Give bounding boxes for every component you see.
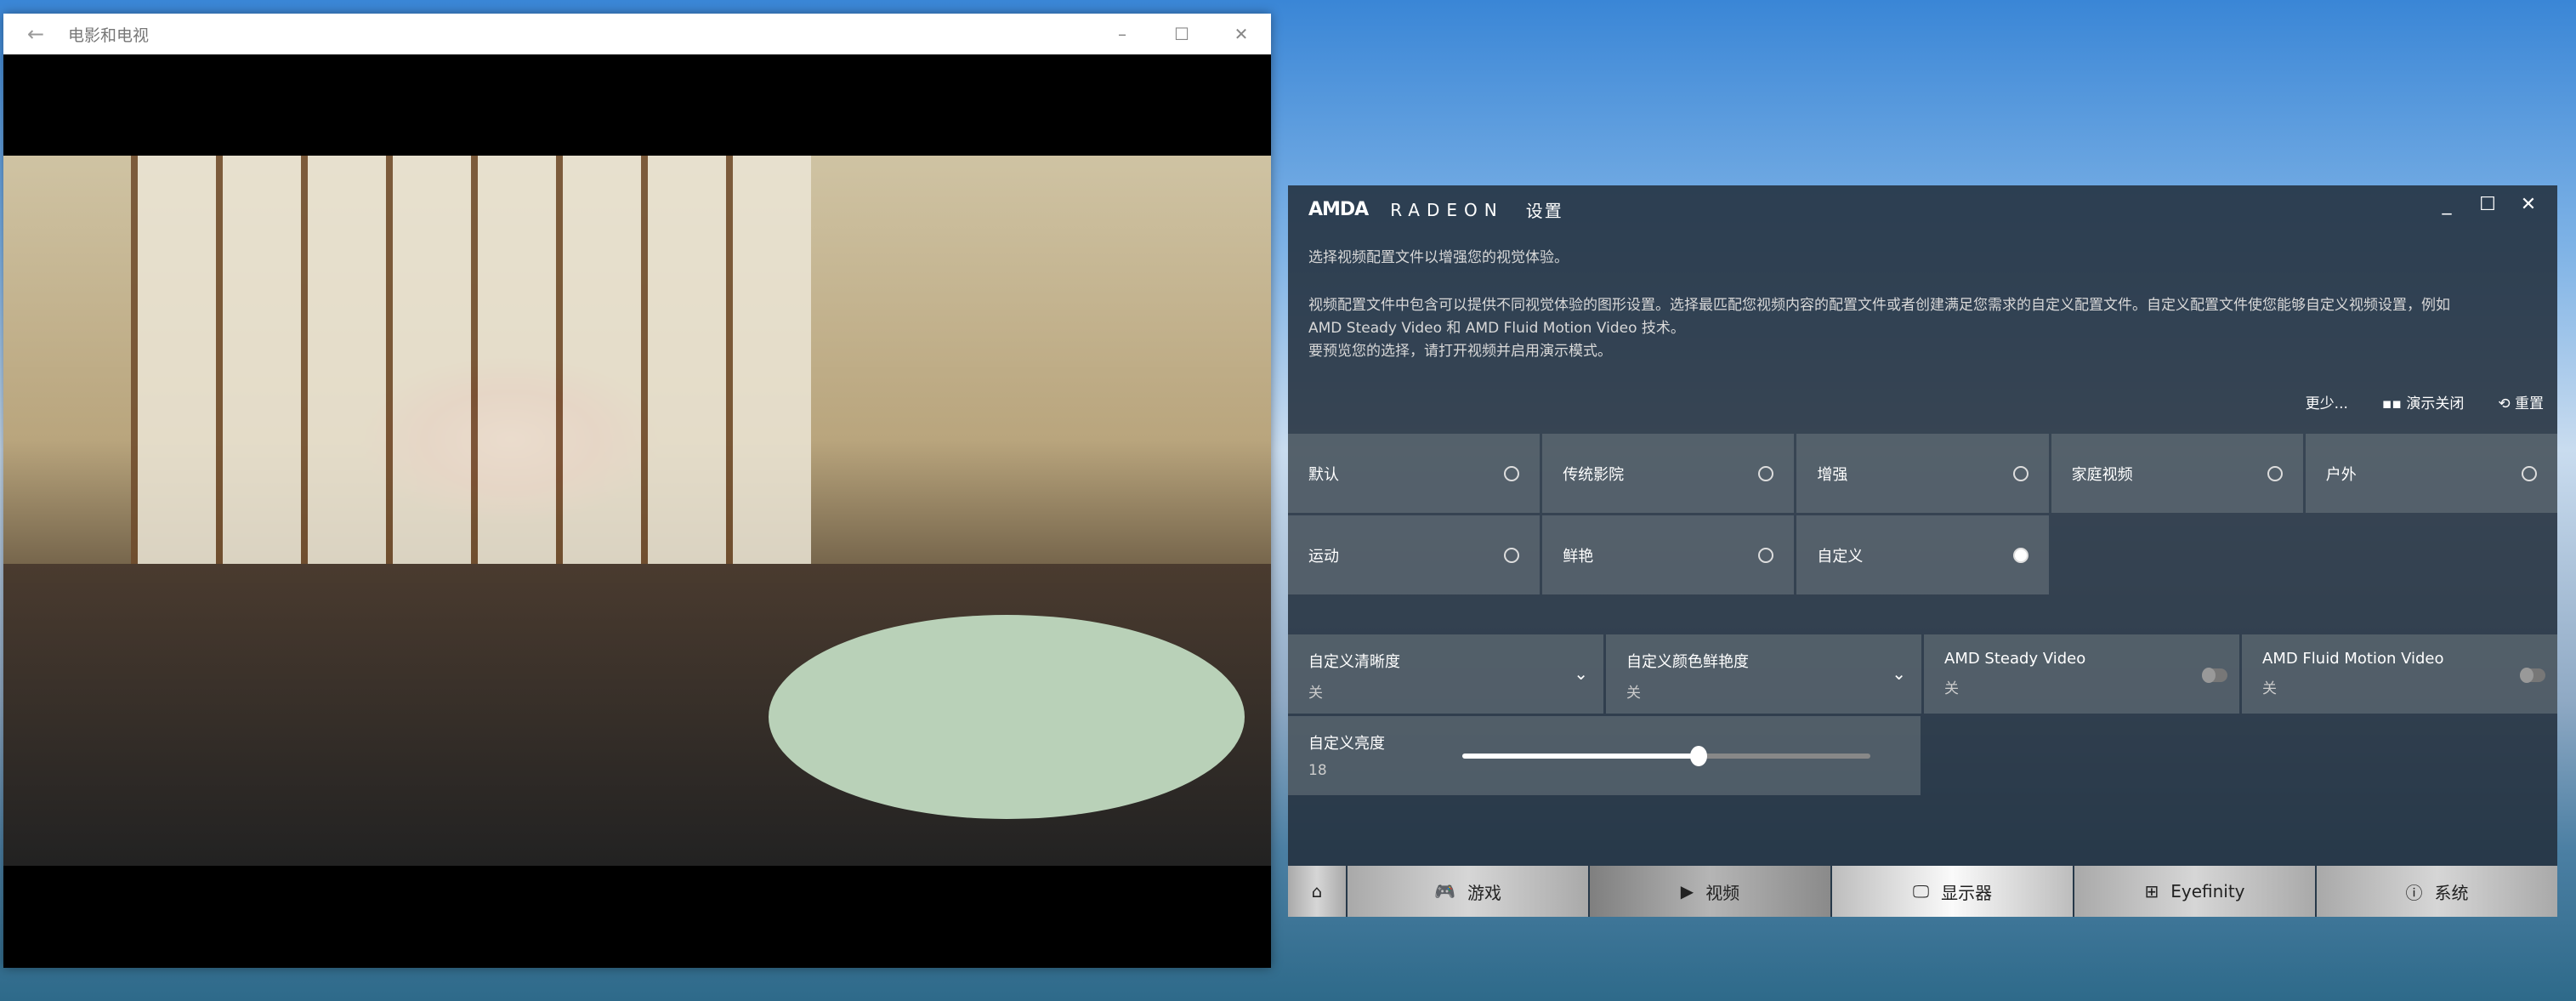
profile-label: 增强 (1817, 465, 1848, 484)
minimize-button[interactable]: _ (2426, 194, 2467, 215)
toggle-switch[interactable] (2520, 668, 2545, 683)
description: 视频配置文件中包含可以提供不同视觉体验的图形设置。选择最匹配您视频内容的配置文件… (1308, 294, 2541, 363)
setting-value: 关 (1944, 680, 1959, 697)
nav-label: 视频 (1705, 882, 1740, 903)
radio-icon[interactable] (2522, 465, 2537, 481)
profile-tile[interactable]: 家庭视频 (2051, 434, 2303, 513)
profile-tile[interactable]: 运动 (1288, 515, 1540, 594)
maximize-button[interactable]: ☐ (2467, 194, 2508, 215)
profile-label: 运动 (1308, 547, 1339, 566)
brightness-slider[interactable] (1462, 746, 1870, 766)
video-frame[interactable] (3, 156, 1271, 866)
close-button[interactable]: ✕ (2508, 194, 2549, 215)
monitor-icon: 🖵 (1912, 881, 1930, 901)
radio-icon[interactable] (1758, 547, 1774, 563)
profile-label: 家庭视频 (2071, 465, 2133, 484)
profile-tile[interactable]: 传统影院 (1542, 434, 1795, 513)
setting-label: 自定义颜色鲜艳度 (1626, 653, 1749, 671)
profile-tile[interactable]: 户外 (2305, 434, 2557, 513)
brightness-label: 自定义亮度 (1308, 735, 1385, 753)
play-icon: ▶ (1680, 881, 1694, 901)
profile-tile[interactable]: 增强 (1796, 434, 2049, 513)
nav-tab[interactable]: ⓘ 系统 (2317, 866, 2557, 917)
home-icon: ⌂ (1311, 881, 1323, 901)
demo-mode-button[interactable]: ▪▪ 演示关闭 (2382, 391, 2464, 412)
description-line: AMD Steady Video 和 AMD Fluid Motion Vide… (1308, 320, 1685, 337)
nav-tab[interactable]: ⌂ (1288, 866, 1346, 917)
demo-icon: ▪▪ (2381, 395, 2407, 412)
setting-label: 自定义清晰度 (1308, 653, 1400, 671)
brightness-value: 18 (1308, 762, 1327, 779)
setting-tile[interactable]: AMD Steady Video 关 (1924, 634, 2239, 714)
setting-value: 关 (1308, 685, 1323, 702)
profile-label: 默认 (1308, 465, 1339, 484)
radio-icon[interactable] (1504, 547, 1520, 563)
setting-tile[interactable]: 自定义颜色鲜艳度关 ⌄ (1606, 634, 1921, 714)
minimize-button[interactable]: – (1092, 24, 1152, 44)
info-icon: ⓘ (2405, 882, 2423, 903)
nav-tab[interactable]: 🖵 显示器 (1832, 866, 2073, 917)
title-bar: ← 电影和电视 – ☐ ✕ (3, 14, 1271, 54)
reset-label: 重置 (2515, 395, 2544, 412)
profile-label: 传统影院 (1563, 465, 1625, 484)
radio-icon[interactable] (1758, 465, 1774, 481)
close-button[interactable]: ✕ (1211, 24, 1271, 44)
amd-logo: AMDA (1308, 199, 1369, 220)
custom-brightness: 自定义亮度 18 (1288, 716, 1921, 795)
movies-tv-window: ← 电影和电视 – ☐ ✕ (3, 14, 1271, 968)
profile-tile[interactable]: 鲜艳 (1542, 515, 1795, 594)
reset-button[interactable]: ⟲ 重置 (2498, 391, 2544, 412)
slider-fill (1462, 754, 1699, 759)
profile-label: 鲜艳 (1563, 547, 1594, 566)
setting-tile[interactable]: 自定义清晰度关 ⌄ (1288, 634, 1603, 714)
window-title: 电影和电视 (68, 26, 150, 45)
nav-label: 显示器 (1941, 882, 1993, 903)
nav-tab[interactable]: ⊞ Eyefinity (2074, 866, 2315, 917)
arrow-left-icon[interactable]: ← (3, 22, 68, 46)
nav-label: Eyefinity (2170, 881, 2245, 901)
description-line: 视频配置文件中包含可以提供不同视觉体验的图形设置。选择最匹配您视频内容的配置文件… (1308, 297, 2450, 314)
profile-tile[interactable]: 默认 (1288, 434, 1540, 513)
reset-icon: ⟲ (2498, 395, 2515, 412)
chevron-down-icon[interactable]: ⌄ (1892, 663, 1906, 684)
video-scene-plate (769, 615, 1245, 819)
nav-tab[interactable]: 🎮 游戏 (1348, 866, 1588, 917)
bottom-nav: ⌂ 🎮 游戏 ▶ 视频 🖵 显示器 ⊞ Eyefinity ⓘ 系统 (1288, 866, 2557, 917)
radeon-settings-window: AMDA RADEON 设置 _ ☐ ✕ 选择视频配置文件以增强您的视觉体验。 … (1288, 185, 2557, 917)
less-button[interactable]: 更少... (2306, 391, 2348, 412)
setting-label: AMD Fluid Motion Video (2262, 650, 2444, 668)
intro-text: 选择视频配置文件以增强您的视觉体验。 (1308, 249, 1569, 266)
setting-label: AMD Steady Video (1944, 650, 2086, 668)
toggle-switch[interactable] (2202, 668, 2227, 683)
eyefinity-icon: ⊞ (2144, 881, 2159, 901)
profile-tile[interactable]: 自定义 (1796, 515, 2049, 594)
maximize-button[interactable]: ☐ (1152, 24, 1211, 44)
profile-label: 自定义 (1817, 547, 1864, 566)
setting-tile[interactable]: AMD Fluid Motion Video 关 (2242, 634, 2557, 714)
gamepad-icon: 🎮 (1434, 881, 1455, 901)
window-title: 设置 (1525, 201, 1563, 221)
chevron-down-icon[interactable]: ⌄ (1574, 663, 1588, 684)
nav-label: 游戏 (1467, 882, 1501, 903)
demo-label: 演示关闭 (2406, 395, 2465, 412)
setting-value: 关 (2262, 680, 2277, 697)
description-line: 要预览您的选择，请打开视频并启用演示模式。 (1308, 343, 1612, 360)
radio-icon[interactable] (2012, 465, 2028, 481)
setting-value: 关 (1626, 685, 1641, 702)
nav-label: 系统 (2434, 882, 2469, 903)
radio-icon[interactable] (2012, 547, 2028, 563)
radio-icon[interactable] (2267, 465, 2283, 481)
radeon-brand: RADEON (1390, 199, 1504, 220)
video-scene-shoji (131, 156, 811, 581)
profile-label: 户外 (2325, 465, 2357, 484)
nav-tab[interactable]: ▶ 视频 (1590, 866, 1830, 917)
radio-icon[interactable] (1504, 465, 1520, 481)
